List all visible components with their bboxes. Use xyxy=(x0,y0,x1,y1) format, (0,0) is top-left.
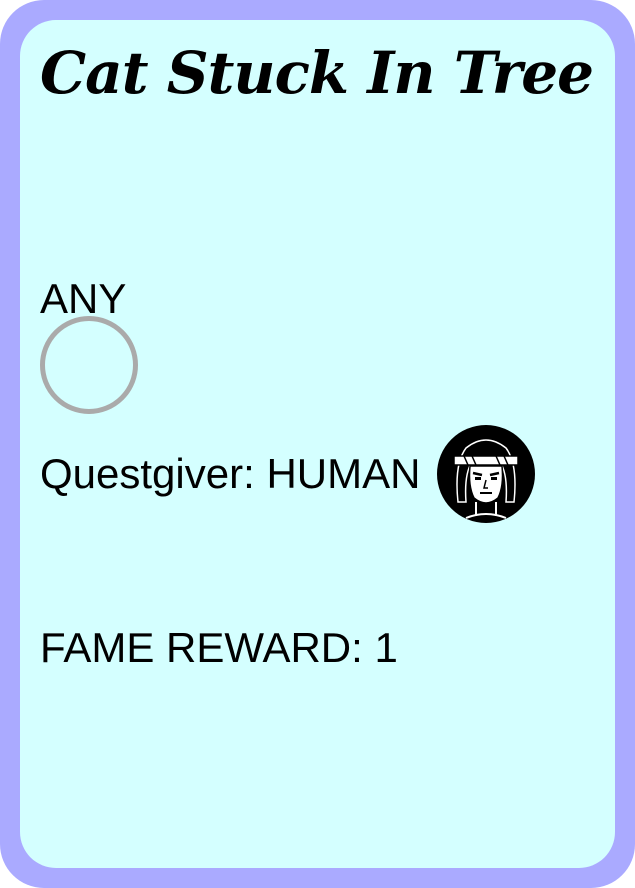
fame-reward: FAME REWARD: 1 xyxy=(40,627,398,669)
human-face-icon xyxy=(437,425,536,523)
fame-reward-label: FAME REWARD: xyxy=(40,624,363,671)
target-label: ANY xyxy=(40,275,127,322)
questgiver-row: Questgiver: HUMAN xyxy=(40,424,536,524)
questgiver-text: Questgiver: HUMAN xyxy=(40,450,420,498)
quest-card-body: Cat Stuck In Tree ANY Questgiver: HUMAN xyxy=(20,20,615,868)
questgiver-label: Questgiver: xyxy=(40,450,255,497)
questgiver-race: HUMAN xyxy=(266,450,421,497)
card-title: Cat Stuck In Tree xyxy=(40,39,594,107)
fame-reward-value: 1 xyxy=(374,624,398,671)
quest-card[interactable]: Cat Stuck In Tree ANY Questgiver: HUMAN xyxy=(0,0,635,888)
empty-slot-icon[interactable] xyxy=(40,316,138,414)
